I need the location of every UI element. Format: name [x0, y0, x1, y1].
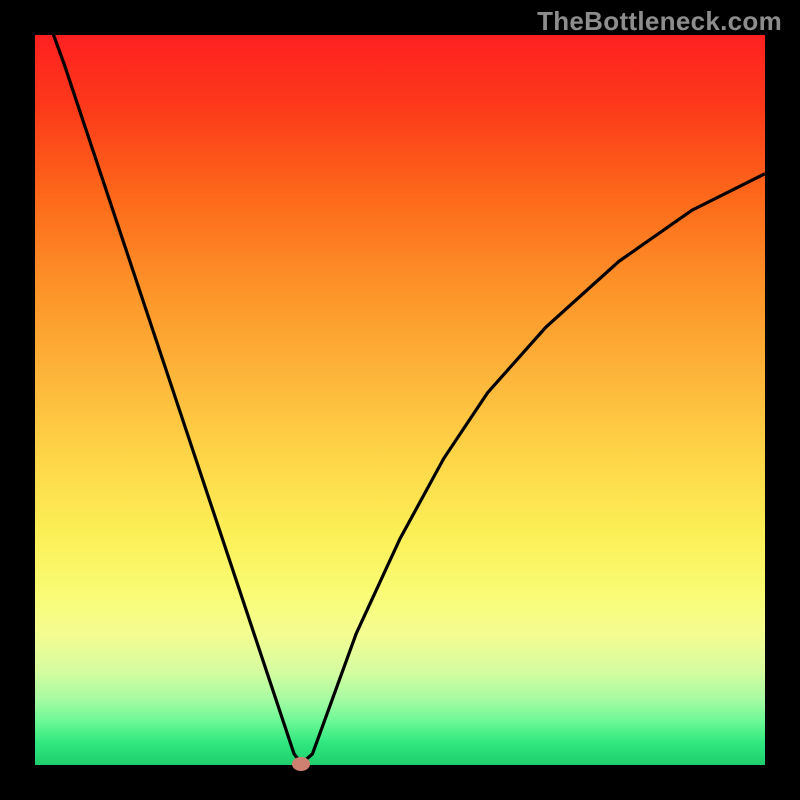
optimal-marker	[292, 757, 310, 771]
chart-frame: TheBottleneck.com	[0, 0, 800, 800]
watermark-text: TheBottleneck.com	[537, 6, 782, 37]
plot-area	[35, 35, 765, 765]
